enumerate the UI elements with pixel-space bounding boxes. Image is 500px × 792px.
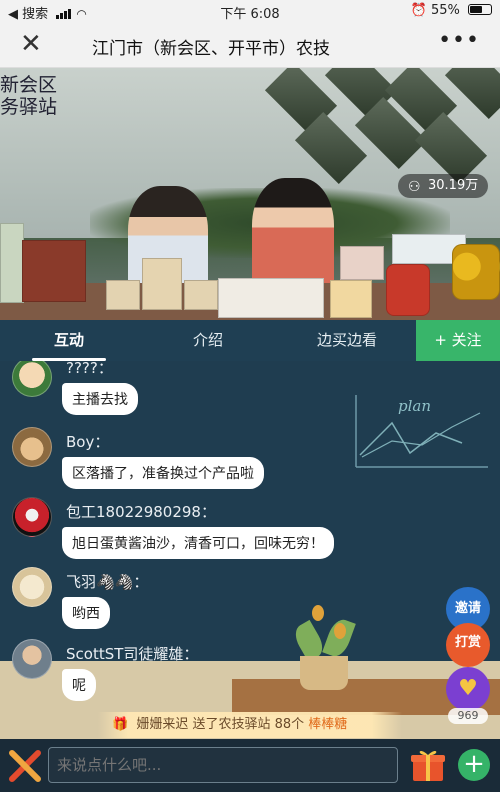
follow-button[interactable]: + 关注 bbox=[416, 320, 500, 361]
fruit-basket bbox=[452, 244, 500, 300]
tab-intro[interactable]: 介绍 bbox=[140, 320, 276, 361]
invite-label: 邀请 bbox=[454, 601, 481, 616]
product-box bbox=[142, 258, 182, 310]
gift-box-icon[interactable] bbox=[410, 747, 446, 783]
chat-username[interactable]: ????： bbox=[66, 361, 113, 378]
plan-text: plan bbox=[398, 397, 431, 415]
avatar[interactable] bbox=[12, 497, 52, 537]
tab-interact[interactable]: 互动 bbox=[0, 320, 138, 361]
product-box bbox=[22, 240, 86, 302]
product-box bbox=[218, 278, 324, 318]
more-icon[interactable]: ••• bbox=[438, 28, 480, 53]
reward-button[interactable]: 打赏 bbox=[446, 623, 490, 667]
pencil-icon[interactable] bbox=[8, 749, 42, 783]
chat-bubble: 哟西 bbox=[62, 597, 110, 629]
plan-doodle: plan bbox=[355, 395, 488, 468]
chat-username[interactable]: 包工18022980298： bbox=[66, 501, 216, 522]
chat-bubble: 旭日蛋黄酱油沙，清香可口，回味无穷！ bbox=[62, 527, 334, 559]
chat-username[interactable]: ScottST司徒耀雄： bbox=[66, 643, 198, 664]
like-count: 969 bbox=[448, 708, 488, 724]
add-button[interactable]: + bbox=[458, 749, 490, 781]
chat-username[interactable]: Boy： bbox=[66, 431, 109, 452]
product-box bbox=[0, 223, 24, 303]
avatar[interactable] bbox=[12, 427, 52, 467]
chat-area[interactable]: plan ????： 主播去找 Boy： 区落播了，准备换过个产品啦 包工180… bbox=[0, 361, 500, 739]
chat-input[interactable] bbox=[48, 747, 398, 783]
decor-flower bbox=[334, 623, 346, 639]
live-video[interactable]: 新会区 务驿站 ⚇ 30.19万 bbox=[0, 68, 500, 320]
gift-notification: 🎁 姗姗来迟 送了农技驿站 88个 棒棒糖 bbox=[98, 712, 402, 738]
battery-icon bbox=[468, 4, 492, 15]
nav-bar: ✕ 江门市（新会区、开平市）农技 ••• bbox=[0, 22, 500, 68]
close-icon[interactable]: ✕ bbox=[20, 31, 42, 57]
avatar[interactable] bbox=[12, 361, 52, 397]
chat-username[interactable]: 飞羽🦓🦓： bbox=[66, 571, 148, 592]
decor-flower bbox=[312, 605, 324, 621]
gift-name: 棒棒糖 bbox=[308, 717, 348, 732]
decor-pot bbox=[300, 656, 348, 690]
avatar[interactable] bbox=[12, 639, 52, 679]
viewer-count[interactable]: ⚇ 30.19万 bbox=[398, 174, 488, 198]
reward-label: 打赏 bbox=[454, 635, 481, 650]
page-title: 江门市（新会区、开平市）农技 bbox=[92, 39, 330, 59]
chat-bubble: 呢 bbox=[62, 669, 96, 701]
gift-icon: 🎁 bbox=[112, 717, 129, 732]
viewers-icon: ⚇ bbox=[408, 179, 421, 195]
status-bar: ◀ 搜索 ◠ 下午 6:08 ⏰ 55% bbox=[0, 0, 500, 22]
tab-bar: 互动 介绍 边买边看 + 关注 bbox=[0, 320, 500, 361]
product-box bbox=[184, 280, 218, 310]
product-box bbox=[106, 280, 140, 310]
viewer-count-text: 30.19万 bbox=[428, 178, 479, 193]
bottom-bar: + bbox=[0, 739, 500, 792]
product-box bbox=[330, 280, 372, 318]
product-box bbox=[386, 264, 430, 316]
like-button[interactable]: ♥ bbox=[446, 667, 490, 711]
product-box bbox=[340, 246, 384, 280]
avatar[interactable] bbox=[12, 567, 52, 607]
alarm-icon: ⏰ bbox=[410, 3, 427, 18]
backdrop-text: 新会区 务驿站 bbox=[0, 74, 58, 118]
battery-percent: 55% bbox=[430, 3, 460, 18]
heart-icon: ♥ bbox=[458, 676, 478, 701]
chat-bubble: 主播去找 bbox=[62, 383, 138, 415]
gift-notification-text: 姗姗来迟 送了农技驿站 88个 bbox=[136, 717, 305, 732]
tab-shop-while-watching[interactable]: 边买边看 bbox=[278, 320, 416, 361]
chat-bubble: 区落播了，准备换过个产品啦 bbox=[62, 457, 264, 489]
